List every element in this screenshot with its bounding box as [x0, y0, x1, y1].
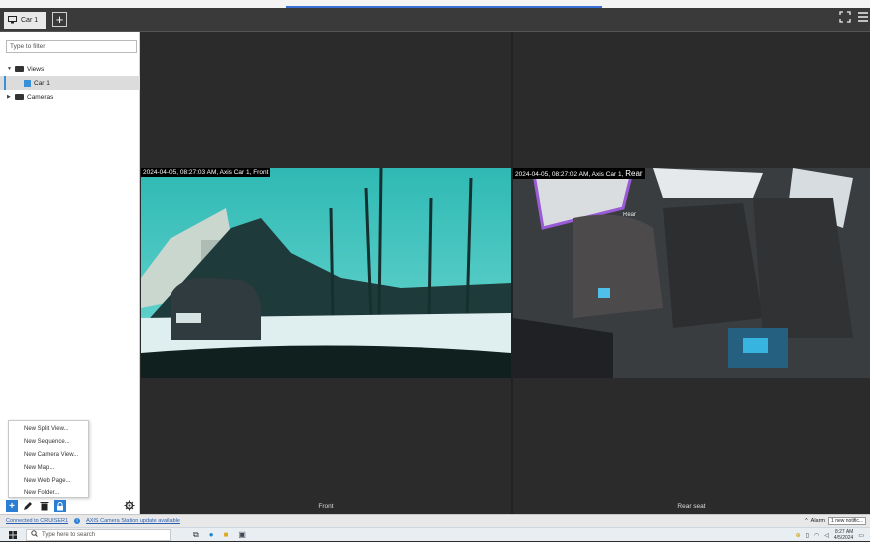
camera-pane-front[interactable]: 2024-04-05, 08:27:03 AM, Axis Car 1, Fro…: [141, 32, 511, 514]
info-icon: i: [74, 518, 81, 524]
pinned-apps: ⧉ ● ■ ▣: [193, 530, 246, 540]
front-camera-image: [141, 168, 511, 378]
file-explorer-icon[interactable]: ■: [224, 530, 229, 540]
rear-camera-image: [513, 168, 870, 378]
camera-station-app-icon[interactable]: ▣: [238, 530, 246, 540]
add-button[interactable]: +: [6, 500, 18, 512]
views-tree: ▼ Views Car 1 ▶ Cameras: [0, 62, 140, 104]
front-video-feed[interactable]: 2024-04-05, 08:27:03 AM, Axis Car 1, Fro…: [141, 168, 511, 378]
update-available-link[interactable]: AXIS Camera Station update available: [86, 518, 180, 524]
tree-item-car-1[interactable]: Car 1: [0, 76, 140, 90]
system-tray: ⊕ ▯ ◠ ◁ 8:27 AM 4/5/2024 ▭: [796, 529, 864, 541]
tree-item-label: Cameras: [27, 93, 54, 101]
windows-taskbar: Type here to search ⧉ ● ■ ▣ ⊕ ▯ ◠ ◁ 8:27…: [0, 527, 870, 541]
rear-timestamp-overlay: 2024-04-05, 08:27:02 AM, Axis Car 1, Rea…: [513, 168, 645, 179]
menu-item-new-camera-view[interactable]: New Camera View...: [9, 449, 88, 462]
filter-placeholder: Type to filter: [10, 43, 46, 50]
window-top-bar: [0, 0, 870, 8]
alarm-label: Alarm: [810, 518, 826, 524]
system-clock[interactable]: 8:27 AM 4/5/2024: [834, 529, 853, 541]
connection-status-link[interactable]: Connected to CRUISER1: [6, 518, 68, 524]
folder-icon: [15, 66, 24, 72]
battery-icon[interactable]: ▯: [806, 532, 809, 539]
notification-badge[interactable]: 1 new notific...: [828, 517, 866, 525]
tab-car-1[interactable]: Car 1: [4, 12, 46, 29]
menu-item-new-web-page[interactable]: New Web Page...: [9, 474, 88, 487]
wifi-icon[interactable]: ◠: [814, 532, 819, 539]
rear-video-feed[interactable]: 2024-04-05, 08:27:02 AM, Axis Car 1, Rea…: [513, 168, 870, 378]
volume-icon[interactable]: ◁: [824, 532, 829, 539]
tree-item-views[interactable]: ▼ Views: [0, 62, 140, 76]
pane-label-rear-seat: Rear seat: [677, 503, 706, 510]
notifications-icon[interactable]: ▭: [858, 532, 864, 539]
chevron-down-icon[interactable]: ▼: [7, 66, 12, 72]
selection-indicator: [4, 76, 6, 90]
settings-gear-icon[interactable]: [124, 500, 135, 514]
folder-icon: [15, 94, 24, 100]
menu-item-new-split-view[interactable]: New Split View...: [9, 423, 88, 436]
chevron-right-icon[interactable]: ▶: [7, 94, 12, 100]
alarm-area[interactable]: ^ Alarm 1 new notific...: [805, 517, 866, 525]
edge-browser-icon[interactable]: ●: [209, 530, 214, 540]
new-item-context-menu: New Split View... New Sequence... New Ca…: [8, 420, 89, 498]
rear-watermark-label: Rear: [623, 212, 637, 218]
fullscreen-icon[interactable]: [839, 11, 851, 26]
split-view-icon: [24, 79, 31, 87]
chevron-up-icon[interactable]: ^: [805, 518, 808, 524]
lock-icon[interactable]: [54, 500, 66, 512]
clock-date: 4/5/2024: [833, 535, 854, 541]
taskbar-search-input[interactable]: Type here to search: [26, 528, 171, 541]
windows-start-icon[interactable]: [0, 528, 26, 542]
view-tab-bar: Car 1 +: [0, 8, 870, 32]
tab-label: Car 1: [21, 17, 39, 24]
network-icon[interactable]: ⊕: [796, 532, 801, 539]
menu-item-new-map[interactable]: New Map...: [9, 461, 88, 474]
edit-pencil-icon[interactable]: [22, 500, 34, 512]
task-view-icon[interactable]: ⧉: [193, 530, 199, 540]
monitor-icon: [8, 15, 17, 26]
tree-item-label: Car 1: [34, 79, 50, 87]
rear-camera-tag: Rear: [625, 169, 643, 178]
menu-icon[interactable]: [857, 11, 869, 26]
pane-label-front: Front: [318, 503, 334, 510]
search-icon: [31, 530, 38, 539]
delete-trash-icon[interactable]: [38, 500, 50, 512]
search-placeholder: Type here to search: [42, 531, 96, 538]
menu-item-new-sequence[interactable]: New Sequence...: [9, 436, 88, 449]
sidebar-toolbar: +: [6, 498, 136, 514]
filter-input[interactable]: Type to filter: [6, 40, 137, 53]
camera-pane-rear-seat[interactable]: 2024-04-05, 08:27:02 AM, Axis Car 1, Rea…: [513, 32, 870, 514]
tree-item-label: Views: [27, 65, 45, 73]
front-timestamp-overlay: 2024-04-05, 08:27:03 AM, Axis Car 1, Fro…: [141, 168, 271, 177]
status-bar: Connected to CRUISER1 i AXIS Camera Stat…: [0, 514, 870, 527]
rear-timestamp-text: 2024-04-05, 08:27:02 AM, Axis Car 1,: [515, 171, 626, 178]
add-tab-button[interactable]: +: [52, 12, 67, 27]
tree-item-cameras[interactable]: ▶ Cameras: [0, 90, 140, 104]
